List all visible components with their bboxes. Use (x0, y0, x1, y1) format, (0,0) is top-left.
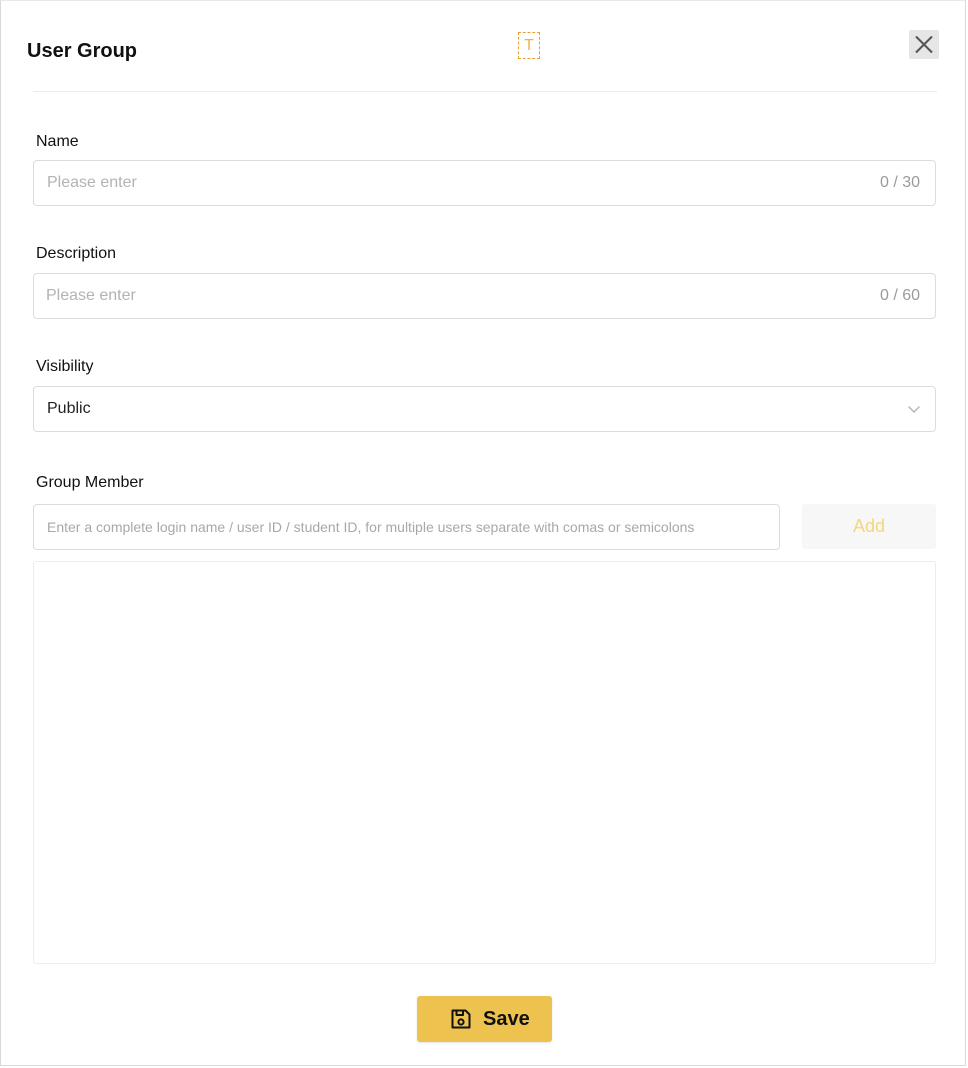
header-divider (33, 91, 937, 92)
save-button-label: Save (483, 1008, 530, 1030)
dialog-title: User Group (27, 40, 138, 62)
user-group-dialog: User Group T Name 0 / 30 Description 0 /… (0, 0, 966, 1066)
visibility-select[interactable]: Public (33, 386, 936, 432)
name-char-counter: 0 / 30 (879, 174, 920, 191)
group-member-label: Group Member (36, 474, 144, 491)
text-cursor-marker: T (518, 32, 540, 59)
floppy-disk-icon (451, 1009, 471, 1029)
add-member-button[interactable]: Add (802, 504, 936, 549)
member-search-field[interactable] (33, 504, 780, 550)
member-list (33, 561, 936, 964)
name-input[interactable] (34, 161, 935, 205)
close-icon (915, 35, 933, 54)
description-field[interactable]: 0 / 60 (33, 273, 936, 319)
name-label: Name (36, 133, 79, 150)
close-button[interactable] (909, 30, 939, 59)
chevron-down-icon (908, 406, 920, 413)
member-search-input[interactable] (34, 505, 779, 549)
visibility-selected-value: Public (47, 400, 91, 417)
save-button[interactable]: Save (417, 996, 552, 1042)
visibility-label: Visibility (36, 358, 94, 375)
description-label: Description (36, 245, 117, 262)
name-field[interactable]: 0 / 30 (33, 160, 936, 206)
description-input[interactable] (34, 274, 935, 318)
description-char-counter: 0 / 60 (879, 287, 920, 304)
